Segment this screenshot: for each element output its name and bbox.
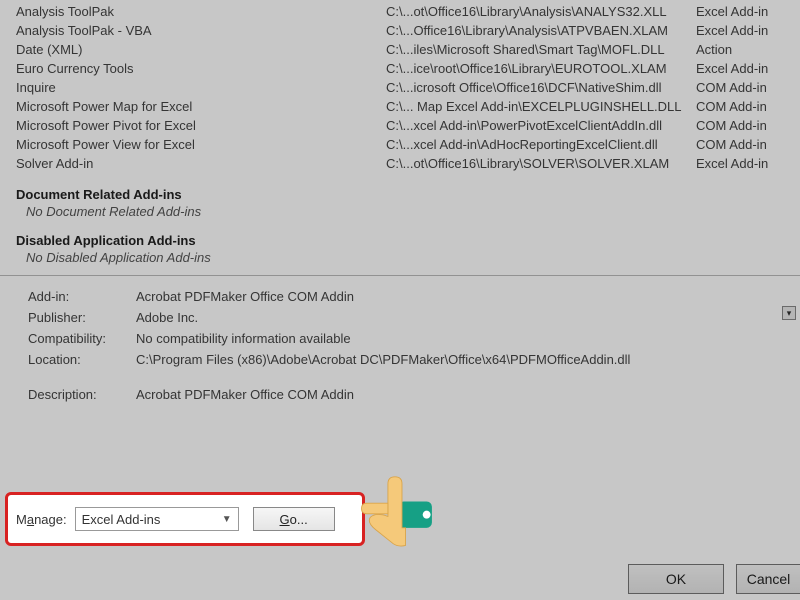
pointer-hand-icon bbox=[358, 468, 446, 556]
location-value: C:\Program Files (x86)\Adobe\Acrobat DC\… bbox=[136, 352, 780, 367]
addin-name: Euro Currency Tools bbox=[16, 61, 386, 76]
addin-name: Date (XML) bbox=[16, 42, 386, 57]
addin-value: Acrobat PDFMaker Office COM Addin bbox=[136, 289, 780, 304]
section-disabled-app: Disabled Application Add-ins bbox=[16, 219, 784, 250]
addin-type: Action bbox=[696, 42, 784, 57]
addin-name: Microsoft Power View for Excel bbox=[16, 137, 386, 152]
cancel-button[interactable]: Cancel bbox=[736, 564, 800, 594]
addin-path: C:\... Map Excel Add-in\EXCELPLUGINSHELL… bbox=[386, 99, 696, 114]
chevron-down-icon: ▾ bbox=[787, 308, 792, 319]
addin-path: C:\...icrosoft Office\Office16\DCF\Nativ… bbox=[386, 80, 696, 95]
addin-type: COM Add-in bbox=[696, 118, 784, 133]
addin-name: Solver Add-in bbox=[16, 156, 386, 171]
addin-path: C:\...ot\Office16\Library\SOLVER\SOLVER.… bbox=[386, 156, 696, 171]
addin-label: Add-in: bbox=[28, 289, 136, 304]
chevron-down-icon: ▼ bbox=[222, 514, 232, 525]
section-document-related: Document Related Add-ins bbox=[16, 173, 784, 204]
addin-path: C:\...xcel Add-in\AdHocReportingExcelCli… bbox=[386, 137, 696, 152]
location-label: Location: bbox=[28, 352, 136, 367]
manage-highlight: Manage: Excel Add-ins ▼ Go... bbox=[5, 492, 365, 546]
compatibility-label: Compatibility: bbox=[28, 331, 136, 346]
addin-type: COM Add-in bbox=[696, 137, 784, 152]
addin-name: Microsoft Power Map for Excel bbox=[16, 99, 386, 114]
addin-name: Analysis ToolPak bbox=[16, 4, 386, 19]
addin-type: Excel Add-in bbox=[696, 4, 784, 19]
addin-type: Excel Add-in bbox=[696, 61, 784, 76]
no-document-addins: No Document Related Add-ins bbox=[16, 204, 784, 219]
scroll-down-button[interactable]: ▾ bbox=[782, 306, 796, 320]
addin-row[interactable]: Euro Currency ToolsC:\...ice\root\Office… bbox=[16, 59, 784, 78]
no-disabled-addins: No Disabled Application Add-ins bbox=[16, 250, 784, 265]
addin-type: COM Add-in bbox=[696, 99, 784, 114]
addin-path: C:\...ice\root\Office16\Library\EUROTOOL… bbox=[386, 61, 696, 76]
addin-type: Excel Add-in bbox=[696, 156, 784, 171]
addin-row[interactable]: Analysis ToolPak - VBAC:\...Office16\Lib… bbox=[16, 21, 784, 40]
addin-row[interactable]: Date (XML)C:\...iles\Microsoft Shared\Sm… bbox=[16, 40, 784, 59]
addin-row[interactable]: InquireC:\...icrosoft Office\Office16\DC… bbox=[16, 78, 784, 97]
addin-row[interactable]: Microsoft Power Pivot for ExcelC:\...xce… bbox=[16, 116, 784, 135]
publisher-label: Publisher: bbox=[28, 310, 136, 325]
addins-list: Analysis ToolPakC:\...ot\Office16\Librar… bbox=[0, 0, 800, 271]
go-button[interactable]: Go... bbox=[253, 507, 335, 531]
description-value: Acrobat PDFMaker Office COM Addin bbox=[136, 387, 780, 402]
addin-row[interactable]: Analysis ToolPakC:\...ot\Office16\Librar… bbox=[16, 2, 784, 21]
addin-name: Microsoft Power Pivot for Excel bbox=[16, 118, 386, 133]
addin-path: C:\...ot\Office16\Library\Analysis\ANALY… bbox=[386, 4, 696, 19]
addin-type: Excel Add-in bbox=[696, 23, 784, 38]
dialog-buttons: OK Cancel bbox=[628, 564, 800, 594]
compatibility-value: No compatibility information available bbox=[136, 331, 780, 346]
manage-label: Manage: bbox=[16, 512, 67, 527]
manage-dropdown[interactable]: Excel Add-ins ▼ bbox=[75, 507, 239, 531]
addin-row[interactable]: Microsoft Power Map for ExcelC:\... Map … bbox=[16, 97, 784, 116]
addin-name: Analysis ToolPak - VBA bbox=[16, 23, 386, 38]
addin-path: C:\...iles\Microsoft Shared\Smart Tag\MO… bbox=[386, 42, 696, 57]
addin-path: C:\...Office16\Library\Analysis\ATPVBAEN… bbox=[386, 23, 696, 38]
ok-button[interactable]: OK bbox=[628, 564, 724, 594]
addin-row[interactable]: Microsoft Power View for ExcelC:\...xcel… bbox=[16, 135, 784, 154]
addin-name: Inquire bbox=[16, 80, 386, 95]
addin-type: COM Add-in bbox=[696, 80, 784, 95]
publisher-value: Adobe Inc. bbox=[136, 310, 780, 325]
addin-details: Add-in:Acrobat PDFMaker Office COM Addin… bbox=[0, 276, 800, 415]
manage-selected: Excel Add-ins bbox=[82, 512, 161, 527]
description-label: Description: bbox=[28, 387, 136, 402]
addin-row[interactable]: Solver Add-inC:\...ot\Office16\Library\S… bbox=[16, 154, 784, 173]
addin-path: C:\...xcel Add-in\PowerPivotExcelClientA… bbox=[386, 118, 696, 133]
